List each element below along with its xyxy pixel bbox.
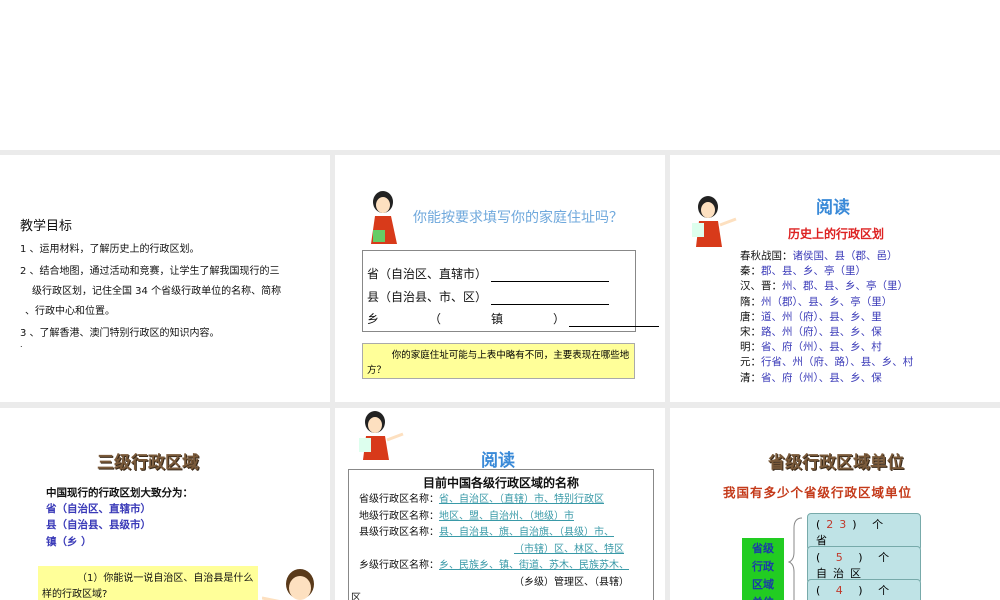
slide-title: 阅读 [816,198,850,218]
dot: . [20,340,23,349]
slide-subtitle: 历史上的行政区划 [788,227,885,241]
slide-title: 省级行政区域单位 [768,453,904,473]
question-text: （1）你能说一说自治区、自治县是什么样的行政区域? [42,573,254,600]
goal-item: 级行政区划，记住全国 34 个省级行政单位的名称、简称 [32,286,282,297]
level-item: 镇（乡 ） [46,536,92,548]
goal-item: 2 、结合地图，通过活动和竞赛，让学生了解我国现行的三 [20,266,280,277]
level-item: 省（自治区、直辖市） [46,503,151,515]
history-row: 隋：州（郡）、县、乡、亭（里） [740,295,893,308]
goal-item: 1 、运用材料，了解历史上的行政区划。 [20,244,200,255]
history-row: 元：行省、州（府、路）、县、乡、村 [740,356,914,369]
boy-pointing-icon [262,569,314,600]
intro-text: 中国现行的行政区划大致分为： [46,487,193,499]
row-label: 乡 [367,312,380,326]
fill-blank[interactable] [490,281,609,282]
history-list: 春秋战国：诸侯国、县（郡、邑） 秦：郡、县、乡、亭（里） 汉、晋：州、郡、县、乡… [740,249,913,386]
names-row: 县级行政区名称：县、自治县、旗、自治旗、（县级）市、 [359,527,614,538]
address-row: 县（自治县、市、区） [367,288,609,305]
fill-blank[interactable] [490,304,609,305]
names-row: 省级行政区名称：省、自治区、（直辖）市、特别行政区 [359,494,604,505]
names-row: 区 [351,593,361,600]
side-label-box: 省级行政区域单位 [742,538,784,600]
brace-icon [788,517,803,600]
slide-title: 阅读 [481,451,515,471]
girl-reading-icon [692,196,737,247]
slide-three-levels[interactable]: 三级行政区域 中国现行的行政区划大致分为： 省（自治区、直辖市） 县（自治县、县… [0,408,330,600]
names-row: （市辖）区、林区、特区 [514,543,624,555]
row-label: 镇 [491,312,504,326]
slide-title: 三级行政区域 [97,453,199,473]
paren-close: ） [553,312,566,326]
paren-open: （ [429,312,442,326]
girl-reading-icon [359,411,404,460]
slide-home-address[interactable]: 你能按要求填写你的家庭住址吗？ 省（自治区、直辖市） 县（自治县、市、区） 乡 （… [335,155,665,402]
fill-blank[interactable] [569,326,660,327]
history-row: 清：省、府（州）、县、乡、保 [740,371,882,384]
question-note: 你的家庭住址可能与上表中略有不同，主要表现在哪些地方？ [362,343,635,379]
names-row: （乡级）管理区、（县辖） [514,576,629,588]
history-row: 春秋战国：诸侯国、县（郡、邑） [740,250,898,262]
count-item-municipalities: ( 4 ) 个直辖市 [807,579,921,600]
girl-thinking-icon [371,191,397,244]
history-row: 宋：路、州（府）、县、乡、保 [740,326,882,339]
slide-provincial-units[interactable]: 省级行政区域单位 我国有多少个省级行政区域单位 省级行政区域单位 (23) 个 … [670,408,1000,600]
history-row: 秦：郡、县、乡、亭（里） [740,265,866,278]
names-row: 地级行政区名称：地区、盟、自治州、（地级）市 [359,510,574,522]
slide-teaching-goals[interactable]: 教学目标 1 、运用材料，了解历史上的行政区划。 2 、结合地图，通过活动和竞赛… [0,155,330,402]
names-row: 乡级行政区名称：乡、民族乡、镇、街道、苏木、民族苏木、 [359,560,629,571]
address-row: 省（自治区、直辖市） [367,265,609,282]
history-row: 唐：道、州（府）、县、乡、里 [740,310,882,323]
question-box: （1）你能说一说自治区、自治县是什么样的行政区域? [38,566,258,600]
row-label: 省（自治区、直辖市） [367,267,488,281]
names-list: 省级行政区名称：省、自治区、（直辖）市、特别行政区 地级行政区名称：地区、盟、自… [351,492,629,600]
row-label: 县（自治县、市、区） [367,290,488,304]
slide-historical-divisions[interactable]: 阅读 历史上的行政区划 春秋战国：诸侯国、县（郡、邑） 秦：郡、县、乡、亭（里）… [670,155,1000,402]
history-row: 汉、晋：州、郡、县、乡、亭（里） [740,280,908,293]
slide-question: 我国有多少个省级行政区域单位 [723,485,913,500]
slide-title: 教学目标 [20,219,73,234]
address-row: 乡 （ 镇 ） [367,310,660,327]
history-row: 明：省、府（州）、县、乡、村 [740,341,882,354]
box-title: 目前中国各级行政区域的名称 [423,476,580,490]
goal-item: 3 、了解香港、澳门特别行政区的知识内容。 [20,328,220,339]
note-text: 你的家庭住址可能与上表中略有不同，主要表现在哪些地方？ [367,350,630,376]
goal-item: 、行政中心和位置。 [25,306,115,317]
level-item: 县（自治县、县级市） [46,519,151,531]
slide-title: 你能按要求填写你的家庭住址吗？ [413,210,623,226]
slide-top-partial[interactable] [0,0,1000,150]
slide-current-names[interactable]: 阅读 目前中国各级行政区域的名称 省级行政区名称：省、自治区、（直辖）市、特别行… [335,408,665,600]
